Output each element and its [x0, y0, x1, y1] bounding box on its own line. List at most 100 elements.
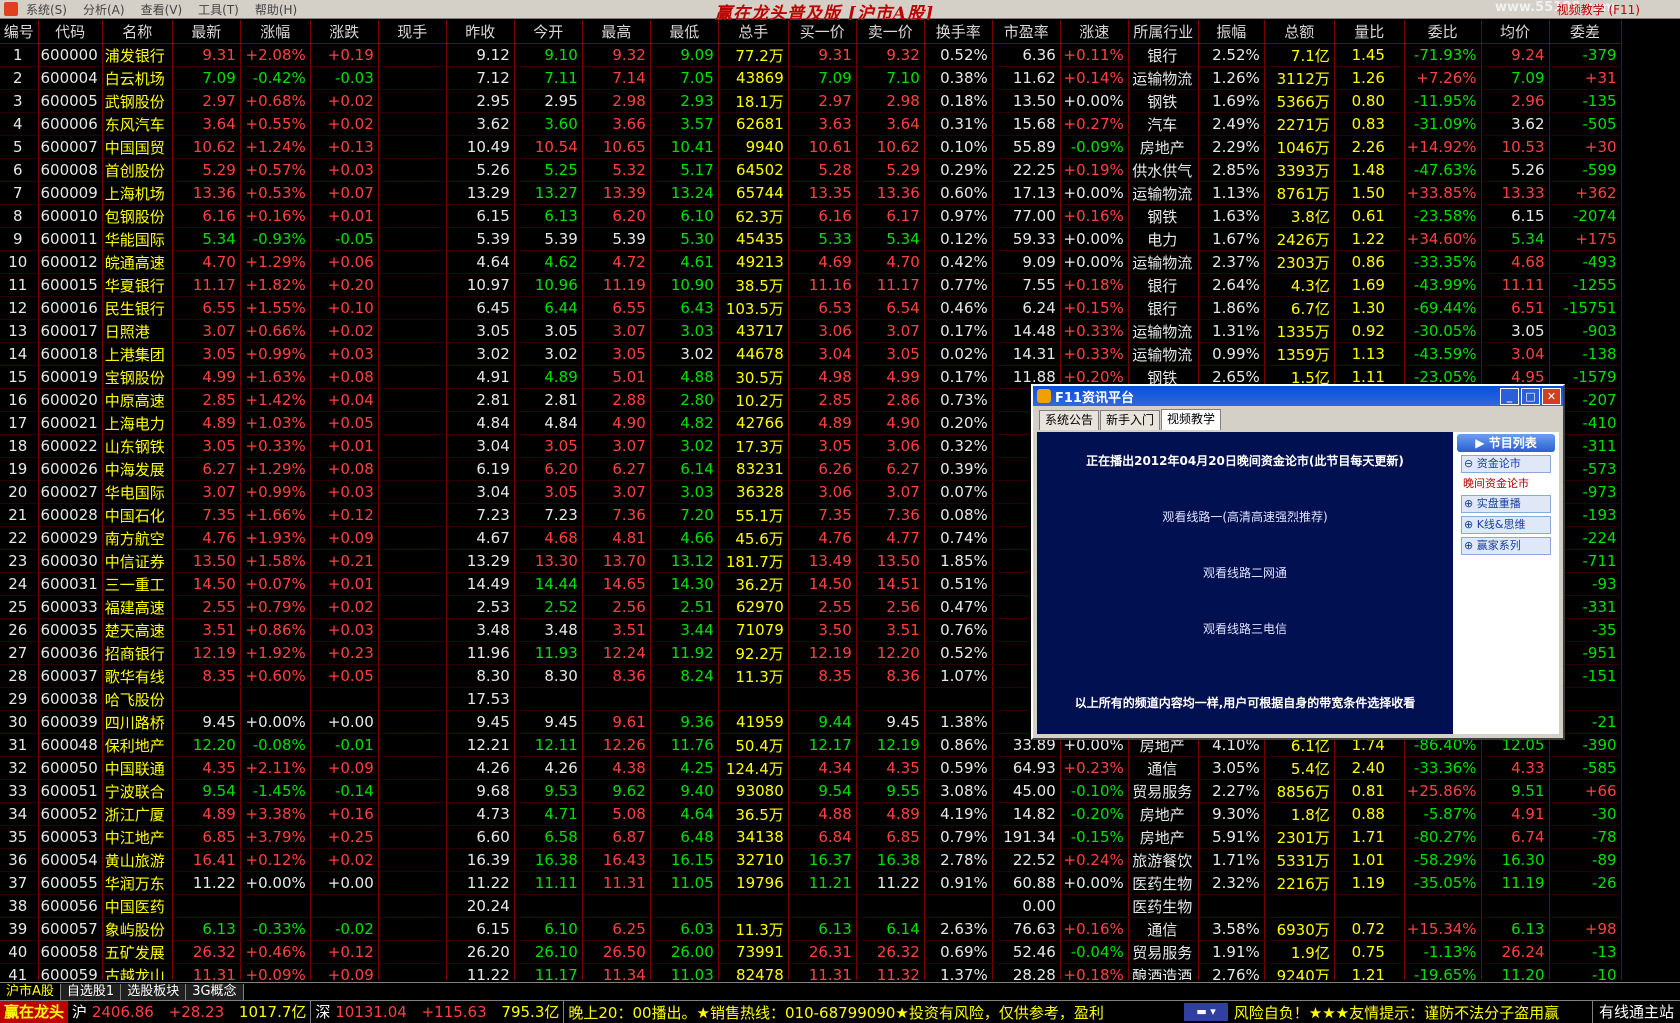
table-cell: 4.38 [582, 756, 651, 780]
table-cell: -0.09% [1060, 135, 1129, 159]
table-cell: 象屿股份 [102, 917, 173, 941]
stream-link-3[interactable]: 观看线路三电信 [1037, 620, 1453, 637]
table-row[interactable]: 40 600058 五矿发展 26.32 +0.46% +0.12 26.20 26.10 26… [0, 940, 1622, 964]
table-cell: 62681 [718, 112, 789, 136]
column-header[interactable]: 最新 [172, 20, 241, 44]
table-row[interactable]: 11 600015 华夏银行 11.17 +1.82% +0.20 10.97 10.96 11… [0, 273, 1622, 297]
table-row[interactable]: 1 600000 浦发银行 9.31 +2.08% +0.19 9.12 9.10 9.32 9.… [0, 43, 1622, 67]
server-status[interactable]: 有线通主站 [1591, 1001, 1680, 1023]
column-header[interactable]: 涨幅 [240, 20, 311, 44]
table-cell: 600051 [38, 779, 103, 803]
keyboard-icon[interactable]: ▬ ▾ [1184, 1003, 1228, 1021]
table-cell [378, 181, 447, 205]
column-header[interactable]: 总手 [718, 20, 789, 44]
column-header[interactable]: 涨跌 [310, 20, 379, 44]
stream-link-2[interactable]: 观看线路二网通 [1037, 564, 1453, 581]
menu-analysis[interactable]: 分析(A) [75, 1, 133, 18]
tab-sector[interactable]: 选股板块 [121, 984, 187, 1000]
program-item-replay[interactable]: ⊕ 实盘重播 [1461, 495, 1551, 513]
program-item-kline[interactable]: ⊕ K线&思维 [1461, 516, 1551, 534]
table-cell: 运输物流 [1128, 319, 1199, 343]
table-row[interactable]: 34 600052 浙江广厦 4.89 +3.38% +0.16 4.73 4.71 5.08 4… [0, 802, 1622, 826]
table-row[interactable]: 14 600018 上港集团 3.05 +0.99% +0.03 3.02 3.02 3.05 3… [0, 342, 1622, 366]
column-header[interactable]: 昨收 [446, 20, 515, 44]
menu-system[interactable]: 系统(S) [18, 1, 75, 18]
column-header[interactable]: 换手率 [924, 20, 993, 44]
table-cell: -0.01 [310, 733, 379, 757]
table-row[interactable]: 7 600009 上海机场 13.36 +0.53% +0.07 13.29 13.27 13.… [0, 181, 1622, 205]
maximize-icon[interactable]: □ [1521, 387, 1540, 405]
table-row[interactable]: 36 600054 黄山旅游 16.41 +0.12% +0.02 16.39 16.38 16… [0, 848, 1622, 872]
column-header[interactable]: 名称 [102, 20, 173, 44]
dialog-titlebar[interactable]: F11资讯平台 _ □ ✕ [1033, 386, 1563, 406]
minimize-icon[interactable]: _ [1500, 387, 1519, 405]
table-row[interactable]: 32 600050 中国联通 4.35 +2.11% +0.09 4.26 4.26 4.38 4… [0, 756, 1622, 780]
table-row[interactable]: 41 600059 古越龙山 11.31 +0.09% +0.09 11.22 11.17 11… [0, 963, 1622, 980]
tab-watchlist-1[interactable]: 自选股1 [60, 984, 122, 1000]
column-header[interactable]: 最低 [650, 20, 719, 44]
column-header[interactable]: 编号 [0, 20, 39, 44]
table-row[interactable]: 5 600007 中国国贸 10.62 +1.24% +0.13 10.49 10.54 10.… [0, 135, 1622, 159]
column-header[interactable]: 振幅 [1198, 20, 1265, 44]
menu-view[interactable]: 查看(V) [133, 1, 191, 18]
table-cell: 14.30 [650, 572, 719, 596]
sh-index[interactable]: 沪 2406.86 +28.23 1017.7亿 [68, 1001, 312, 1023]
close-icon[interactable]: ✕ [1542, 387, 1561, 405]
column-header[interactable]: 买一价 [788, 20, 857, 44]
table-row[interactable]: 4 600006 东风汽车 3.64 +0.55% +0.02 3.62 3.60 3.66 3.… [0, 112, 1622, 136]
column-header[interactable]: 量比 [1334, 20, 1405, 44]
table-cell: 9.44 [788, 710, 857, 734]
table-row[interactable]: 2 600004 白云机场 7.09 -0.42% -0.03 7.12 7.11 7.14 7.… [0, 66, 1622, 90]
column-header[interactable]: 总额 [1264, 20, 1335, 44]
table-row[interactable]: 3 600005 武钢股份 2.97 +0.68% +0.02 2.95 2.95 2.98 2.… [0, 89, 1622, 113]
table-row[interactable]: 6 600008 首创股份 5.29 +0.57% +0.03 5.26 5.25 5.32 5.… [0, 158, 1622, 182]
stream-link-1[interactable]: 观看线路一(高清高速强烈推荐) [1037, 508, 1453, 525]
column-header[interactable]: 今开 [514, 20, 583, 44]
table-row[interactable]: 37 600055 华润万东 11.22 +0.00% +0.00 11.22 11.11 11… [0, 871, 1622, 895]
column-header[interactable]: 涨速 [1060, 20, 1129, 44]
tab-sh-a[interactable]: 沪市A股 [0, 984, 61, 1000]
menu-help[interactable]: 帮助(H) [247, 1, 305, 18]
table-cell [924, 687, 993, 711]
table-row[interactable]: 12 600016 民生银行 6.55 +1.55% +0.10 6.45 6.44 6.55 6… [0, 296, 1622, 320]
table-cell: 10.96 [514, 273, 583, 297]
table-cell: 12.19 [856, 733, 925, 757]
table-cell: 0.20% [924, 411, 993, 435]
column-header[interactable]: 卖一价 [856, 20, 925, 44]
column-header[interactable]: 所属行业 [1128, 20, 1199, 44]
table-cell: +34.60% [1404, 227, 1482, 251]
video-tutorial-link[interactable]: 视频教学 (F11) [1557, 1, 1640, 18]
table-row[interactable]: 39 600057 象屿股份 6.13 -0.33% -0.02 6.15 6.10 6.25 6… [0, 917, 1622, 941]
table-row[interactable]: 9 600011 华能国际 5.34 -0.93% -0.05 5.39 5.39 5.39 5.… [0, 227, 1622, 251]
column-header[interactable]: 市盈率 [992, 20, 1061, 44]
tab-3g-concept[interactable]: 3G概念 [186, 984, 244, 1000]
table-row[interactable]: 13 600017 日照港 3.07 +0.66% +0.02 3.05 3.05 3.07 3.… [0, 319, 1622, 343]
program-item-evening-talk[interactable]: 晚间资金论市 [1461, 476, 1551, 492]
table-cell: 2.93 [650, 89, 719, 113]
column-header[interactable]: 委比 [1404, 20, 1482, 44]
table-row[interactable]: 8 600010 包钢股份 6.16 +0.16% +0.01 6.15 6.13 6.20 6.… [0, 204, 1622, 228]
column-header[interactable]: 委差 [1549, 20, 1622, 44]
column-header[interactable]: 均价 [1481, 20, 1550, 44]
tab-beginner-guide[interactable]: 新手入门 [1100, 410, 1161, 430]
table-cell: 9.45 [446, 710, 515, 734]
tab-video-tutorial[interactable]: 视频教学 [1161, 409, 1222, 430]
menu-tools[interactable]: 工具(T) [190, 1, 247, 18]
table-cell: 4.84 [514, 411, 583, 435]
table-row[interactable]: 10 600012 皖通高速 4.70 +1.29% +0.06 4.64 4.62 4.72 4… [0, 250, 1622, 274]
table-cell: 600029 [38, 526, 103, 550]
table-cell: 4.69 [788, 250, 857, 274]
table-row[interactable]: 33 600051 宁波联合 9.54 -1.45% -0.14 9.68 9.53 9.62 9… [0, 779, 1622, 803]
tab-system-notice[interactable]: 系统公告 [1039, 410, 1100, 430]
table-cell: 8 [0, 204, 39, 228]
table-cell: 26.31 [788, 940, 857, 964]
column-header[interactable]: 代码 [38, 20, 103, 44]
program-item-winner[interactable]: ⊕ 赢家系列 [1461, 537, 1551, 555]
table-row[interactable]: 38 600056 中国医药 20.24 0.00 医药生物 [0, 894, 1622, 918]
program-item-capital-talk[interactable]: ⊖ 资金论市 [1461, 455, 1551, 473]
column-header[interactable]: 现手 [378, 20, 447, 44]
column-header[interactable]: 最高 [582, 20, 651, 44]
table-row[interactable]: 35 600053 中江地产 6.85 +3.79% +0.25 6.60 6.58 6.87 6… [0, 825, 1622, 849]
sz-index[interactable]: 深 10131.04 +115.63 795.3亿 [311, 1001, 565, 1023]
table-cell: 26 [0, 618, 39, 642]
